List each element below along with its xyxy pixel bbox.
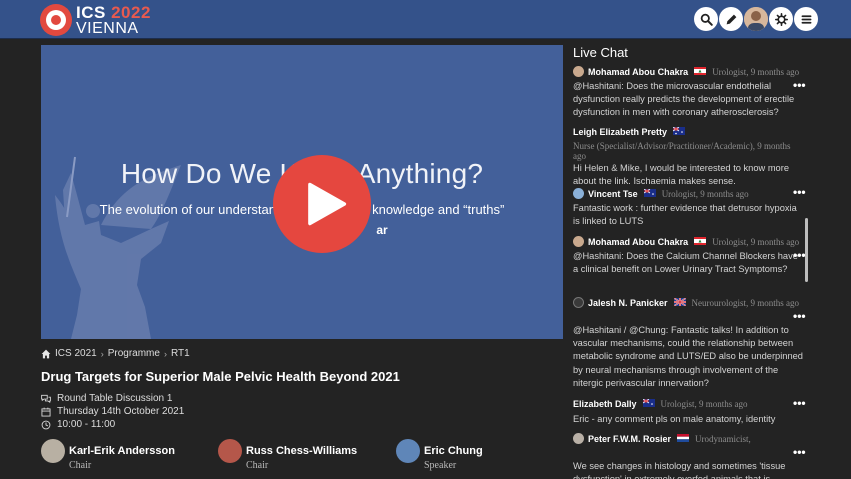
chat-avatar	[573, 188, 584, 199]
speaker-role: Chair	[69, 460, 92, 471]
chat-author[interactable]: Peter F.W.M. Rosier	[588, 434, 671, 444]
settings-icon	[774, 12, 788, 26]
australia-flag-icon	[673, 127, 686, 135]
chat-author[interactable]: Mohamad Abou Chakra	[588, 237, 688, 247]
speaker-avatar	[41, 439, 65, 463]
breadcrumb-item-ics-2021[interactable]: ICS 2021	[55, 348, 97, 359]
speaker-avatar	[396, 439, 420, 463]
top-header: ICS 2022 VIENNA	[0, 0, 851, 39]
chat-scrollbar[interactable]	[805, 218, 808, 282]
more-options-icon[interactable]: •••	[793, 445, 806, 459]
speaker-role: Speaker	[424, 460, 457, 471]
session-type: Round Table Discussion 1	[41, 393, 172, 404]
more-options-icon[interactable]: •••	[793, 185, 806, 199]
chat-author[interactable]: Mohamad Abou Chakra	[588, 67, 688, 77]
statue-silhouette-image	[55, 156, 181, 339]
chevron-right-icon: ›	[163, 348, 167, 359]
chat-meta: Urologist, 9 months ago	[712, 237, 800, 247]
chat-meta-wrapped: Nurse (Specialist/Advisor/Practitioner/A…	[573, 141, 791, 161]
live-chat-heading: Live Chat	[573, 45, 628, 60]
search-icon	[700, 13, 713, 26]
speaker-name: Karl-Erik Andersson	[69, 445, 175, 457]
chat-meta: Urologist, 9 months ago	[660, 399, 748, 409]
more-options-icon[interactable]: •••	[793, 78, 806, 92]
chat-text: We see changes in histology and sometime…	[573, 461, 786, 479]
play-icon	[308, 182, 347, 226]
uk-flag-icon	[673, 298, 686, 306]
chat-message: Peter F.W.M. Rosier Urodynamicist, We see…	[573, 433, 805, 479]
play-button[interactable]	[273, 155, 371, 253]
chat-author[interactable]: Jalesh N. Panicker	[588, 298, 668, 308]
avatar-icon	[744, 7, 768, 31]
video-player[interactable]: How Do We Know Anything? The evolution o…	[41, 45, 563, 339]
chat-author[interactable]: Vincent Tse	[588, 189, 638, 199]
australia-flag-icon	[643, 189, 656, 197]
chat-author[interactable]: Leigh Elizabeth Pretty	[573, 127, 667, 137]
chat-text: Fantastic work : further evidence that d…	[573, 203, 797, 227]
clock-icon	[41, 420, 51, 429]
more-options-icon[interactable]: •••	[793, 248, 806, 262]
chat-message: Elizabeth Dally Urologist, 9 months ago E…	[573, 399, 805, 426]
speaker-name: Russ Chess-Williams	[246, 445, 358, 457]
chat-message: Leigh Elizabeth Pretty Nurse (Specialist…	[573, 127, 805, 188]
chat-message: Jalesh N. Panicker Neurourologist, 9 mont…	[573, 297, 805, 390]
breadcrumb-item-programme[interactable]: Programme	[108, 348, 160, 359]
chat-meta: Urodynamicist,	[695, 434, 751, 444]
user-avatar[interactable]	[744, 7, 768, 31]
speaker-card[interactable]: Karl-Erik Andersson Chair	[41, 439, 211, 473]
chevron-right-icon: ›	[100, 348, 104, 359]
edit-button[interactable]	[719, 7, 743, 31]
speaker-card[interactable]: Russ Chess-Williams Chair	[218, 439, 388, 473]
speaker-avatar	[218, 439, 242, 463]
chat-bubbles-icon	[41, 394, 51, 403]
chat-author[interactable]: Elizabeth Dally	[573, 399, 637, 409]
search-button[interactable]	[694, 7, 718, 31]
ics-logo[interactable]: ICS 2022 VIENNA	[40, 3, 152, 37]
breadcrumb-item-rt1: RT1	[170, 348, 190, 359]
chat-text: Hi Helen & Mike, I would be interested t…	[573, 163, 789, 187]
chat-avatar	[573, 433, 584, 444]
chat-text: @Hashitani: Does the Calcium Channel Blo…	[573, 251, 798, 275]
speaker-card[interactable]: Eric Chung Speaker	[396, 439, 556, 473]
chat-text: @Hashitani: Does the microvascular endot…	[573, 81, 795, 118]
chat-message: Mohamad Abou Chakra Urologist, 9 months a…	[573, 236, 805, 276]
menu-icon	[801, 14, 811, 24]
session-title: Drug Targets for Superior Male Pelvic He…	[41, 369, 400, 384]
chat-avatar	[573, 66, 584, 77]
netherlands-flag-icon	[677, 434, 690, 442]
chat-meta	[691, 127, 851, 137]
speaker-role: Chair	[246, 460, 269, 471]
session-date: Thursday 14th October 2021	[41, 406, 184, 417]
chat-meta: Urologist, 9 months ago	[661, 189, 749, 199]
breadcrumb: ICS 2021 › Programme › RT1	[41, 348, 190, 359]
session-time: 10:00 - 11:00	[41, 419, 115, 430]
speaker-name: Eric Chung	[424, 445, 483, 457]
pencil-icon	[726, 14, 736, 24]
lebanon-flag-icon	[694, 237, 707, 245]
menu-button[interactable]	[794, 7, 818, 31]
chat-text: @Hashitani / @Chung: Fantastic talks! In…	[573, 325, 803, 388]
chat-avatar	[573, 297, 584, 308]
more-options-icon[interactable]: •••	[793, 396, 806, 410]
home-icon[interactable]	[41, 349, 51, 359]
ics-logo-mark-icon	[40, 4, 72, 36]
chat-message: Vincent Tse Urologist, 9 months ago Fanta…	[573, 188, 805, 228]
more-options-icon[interactable]: •••	[793, 309, 806, 323]
chat-meta: Neurourologist, 9 months ago	[691, 298, 800, 308]
chat-message: Mohamad Abou Chakra Urologist, 9 months a…	[573, 66, 805, 120]
australia-flag-icon	[642, 399, 655, 407]
chat-avatar	[573, 236, 584, 247]
settings-button[interactable]	[769, 7, 793, 31]
calendar-icon	[41, 407, 51, 416]
chat-text: Eric - any comment pls on male anatomy, …	[573, 414, 776, 424]
chat-meta: Urologist, 9 months ago	[712, 67, 800, 77]
logo-city: VIENNA	[76, 20, 139, 37]
lebanon-flag-icon	[694, 67, 707, 75]
